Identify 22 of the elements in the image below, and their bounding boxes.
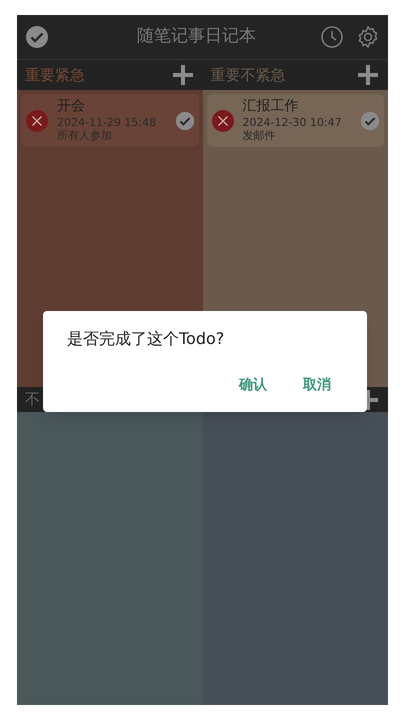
dialog-message: 是否完成了这个Todo?	[67, 328, 226, 350]
todo-title: 汇报工作	[242, 98, 300, 116]
delete-icon[interactable]	[210, 108, 234, 132]
clock-icon[interactable]	[320, 25, 344, 49]
todo-card[interactable]: 开会 2024-11-29 15:48 所有人参加	[21, 94, 198, 147]
check-icon[interactable]	[25, 25, 49, 49]
dialog-button[interactable]: 取消	[291, 371, 343, 400]
app-title: 随笔记事日记本	[136, 25, 257, 48]
complete-icon[interactable]	[174, 110, 194, 130]
todo-note: 发邮件	[242, 129, 276, 143]
quadrant-title: 重要不紧急	[210, 64, 286, 86]
quadrant-title: 不	[25, 389, 40, 410]
todo-time: 2024-11-29 15:48	[57, 116, 158, 130]
todo-card[interactable]: 汇报工作 2024-12-30 10:47 发邮件	[206, 94, 384, 147]
dialog-button[interactable]: 确认	[227, 371, 279, 400]
todo-time: 2024-12-30 10:47	[242, 116, 343, 130]
complete-icon[interactable]	[360, 110, 380, 130]
todo-title: 开会	[57, 98, 86, 116]
settings-icon[interactable]	[356, 25, 380, 49]
quadrant-title: 重要紧急	[25, 64, 85, 86]
todo-note: 所有人参加	[57, 129, 113, 143]
delete-icon[interactable]	[25, 108, 49, 132]
